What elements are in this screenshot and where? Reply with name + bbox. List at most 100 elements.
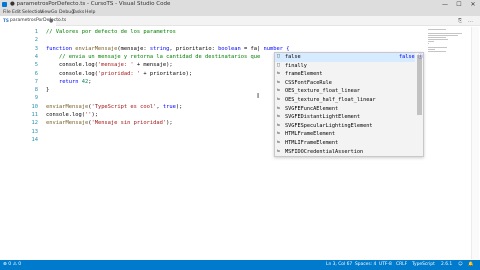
suggestion-item[interactable]: ⇆ frameElement bbox=[275, 70, 415, 79]
problems-status[interactable]: ⊗ 0 ⚠ 0 bbox=[3, 261, 21, 269]
code-token: (mensaje: bbox=[117, 45, 150, 52]
code-line[interactable]: enviarMensaje('Mensaje sin prioridad'); bbox=[46, 119, 173, 127]
minimap-line bbox=[428, 29, 446, 30]
line-number: 5 bbox=[34, 62, 38, 69]
minimap-line bbox=[428, 47, 447, 48]
suggestions-scrollbar[interactable] bbox=[417, 55, 422, 115]
line-number: 9 bbox=[34, 95, 38, 102]
suggestion-label: SVGFEFuncAElement bbox=[285, 105, 339, 112]
code-line[interactable]: console.log('prioridad: ' + prioritario)… bbox=[46, 70, 192, 78]
feedback-smiley-icon[interactable]: ☺ bbox=[458, 261, 463, 269]
code-token: enviarMensaje bbox=[46, 103, 89, 110]
suggestion-label: OES_texture_half_float_linear bbox=[285, 97, 376, 103]
variable-icon: ⇆ bbox=[277, 114, 280, 120]
suggestion-item[interactable]: ⇆ SVGFEFuncAElement bbox=[275, 105, 415, 114]
line-number: 10 bbox=[31, 103, 39, 110]
code-token: return bbox=[46, 78, 82, 85]
suggestion-item[interactable]: ⇆ HTMLIFrameElement bbox=[275, 139, 415, 148]
more-actions-icon[interactable]: … bbox=[468, 18, 473, 24]
suggestion-item[interactable]: □ false false ⓘ bbox=[275, 53, 423, 62]
unsaved-dot-icon[interactable]: ● bbox=[49, 18, 53, 24]
suggestion-label: SVGFEDistantLightElement bbox=[285, 114, 360, 121]
title-bar: ● parametrosPorDefecto.ts - CursoTS - Vi… bbox=[0, 0, 480, 9]
line-number: 13 bbox=[31, 128, 39, 135]
variable-icon: ⇆ bbox=[277, 88, 280, 94]
editor-scrollbar[interactable] bbox=[471, 27, 479, 259]
code-token: ); bbox=[91, 112, 98, 118]
suggestion-item[interactable]: ⇆ SVGFESpecularLightingElement bbox=[275, 122, 415, 131]
code-line[interactable]: function enviarMensaje(mensaje: string, … bbox=[46, 45, 289, 53]
menu-tasks[interactable]: Tasks bbox=[72, 9, 84, 16]
split-editor-icon[interactable]: ⎘ bbox=[458, 18, 462, 24]
code-token: + prioritario); bbox=[140, 70, 193, 77]
suggestion-item[interactable]: ⇆ OES_texture_float_linear bbox=[275, 87, 415, 96]
language-mode-status[interactable]: TypeScript bbox=[412, 261, 435, 269]
suggestion-item[interactable]: ⇆ MSFIDOCredentialAssertion bbox=[275, 148, 415, 157]
code-token: console.log( bbox=[46, 70, 98, 77]
code-line[interactable]: } bbox=[46, 86, 49, 94]
minimap-line bbox=[428, 41, 435, 42]
suggestion-label: SVGFESpecularLightingElement bbox=[285, 122, 373, 129]
notifications-bell-icon[interactable]: 🔔 bbox=[468, 261, 473, 269]
keyword-icon: □ bbox=[277, 54, 280, 59]
variable-icon: ⇆ bbox=[277, 140, 280, 145]
variable-icon: ⇆ bbox=[277, 79, 280, 85]
menu-help[interactable]: Help bbox=[85, 9, 95, 16]
suggestion-detail[interactable]: false ⓘ bbox=[399, 53, 423, 62]
code-token: number { bbox=[260, 45, 290, 52]
suggestion-label: OES_texture_float_linear bbox=[285, 88, 360, 95]
line-number: 14 bbox=[31, 136, 39, 143]
typescript-version-status[interactable]: 2.6.1 bbox=[441, 261, 452, 269]
menu-view[interactable]: View bbox=[40, 9, 51, 16]
code-token: 'TypeScript es cool' bbox=[91, 103, 157, 110]
suggestion-item[interactable]: ⇆ HTMLFrameElement bbox=[275, 130, 415, 139]
code-line[interactable]: console.log(''); bbox=[46, 111, 98, 119]
line-number: 11 bbox=[31, 112, 39, 118]
indentation-status[interactable]: Spaces: 4 bbox=[355, 261, 376, 269]
code-token: + mensaje); bbox=[133, 62, 173, 69]
code-token: true bbox=[162, 103, 176, 110]
code-token: ; bbox=[88, 78, 92, 85]
line-number: 1 bbox=[34, 29, 38, 35]
status-bar: ⊗ 0 ⚠ 0 Ln 3, Col 67 Spaces: 4 UTF-8 CRL… bbox=[0, 260, 480, 270]
suggestion-item[interactable]: ⇆ SVGFEDistantLightElement bbox=[275, 113, 415, 122]
minimap-line bbox=[428, 39, 449, 40]
variable-icon: ⇆ bbox=[277, 122, 280, 128]
tab-parametros-por-defecto[interactable]: TS parametrosPorDefecto.ts ● bbox=[0, 16, 66, 26]
variable-icon: ⇆ bbox=[277, 131, 280, 137]
code-token: ); bbox=[166, 120, 173, 127]
close-window-button[interactable]: ✕ bbox=[466, 0, 480, 9]
code-token: // Valores por defecto de los parametros bbox=[46, 29, 176, 35]
menu-go[interactable]: Go bbox=[51, 9, 57, 16]
menu-edit[interactable]: Edit bbox=[12, 9, 21, 16]
code-line[interactable]: return 42; bbox=[46, 78, 91, 86]
maximize-button[interactable]: ☐ bbox=[452, 0, 466, 9]
encoding-status[interactable]: UTF-8 bbox=[379, 261, 392, 269]
suggestion-item[interactable]: ⇆ OES_texture_half_float_linear bbox=[275, 96, 415, 105]
minimize-button[interactable]: — bbox=[438, 0, 452, 9]
minimap-line bbox=[428, 33, 462, 34]
suggestion-label: HTMLIFrameElement bbox=[285, 140, 339, 146]
code-line[interactable]: enviarMensaje('TypeScript es cool', true… bbox=[46, 103, 182, 111]
line-number: 7 bbox=[34, 78, 38, 85]
code-line[interactable]: // Valores por defecto de los parametros bbox=[46, 28, 176, 36]
menu-file[interactable]: File bbox=[3, 9, 11, 16]
suggestion-item[interactable]: □ finally bbox=[275, 62, 415, 71]
autocomplete-suggestions[interactable]: □ false false ⓘ □ finally ⇆ frameElement ⇆ CSSFo… bbox=[274, 52, 424, 157]
line-ending-status[interactable]: CRLF bbox=[396, 261, 407, 269]
line-number: 12 bbox=[31, 120, 39, 127]
text-cursor-icon: I bbox=[257, 92, 260, 100]
suggestion-label: frameElement bbox=[285, 71, 323, 78]
code-token: console.log( bbox=[46, 112, 85, 118]
line-number-gutter: 1 2 3 4 5 6 7 8 9 10 11 12 13 14 bbox=[0, 27, 44, 259]
code-line[interactable]: // envia un mensaje y retorna la cantida… bbox=[46, 53, 260, 61]
minimap-line bbox=[428, 49, 436, 50]
cursor-position-status[interactable]: Ln 3, Col 67 bbox=[326, 261, 352, 269]
code-line[interactable]: console.log('mensaje: ' + mensaje); bbox=[46, 61, 173, 69]
code-token: ); bbox=[175, 103, 183, 110]
variable-icon: ⇆ bbox=[277, 105, 280, 111]
line-number: 6 bbox=[34, 70, 38, 77]
minimap-line bbox=[428, 51, 446, 52]
suggestion-item[interactable]: ⇆ CSSFontFaceRule bbox=[275, 79, 415, 88]
code-token: // envia un mensaje y retorna la cantida… bbox=[46, 53, 261, 60]
